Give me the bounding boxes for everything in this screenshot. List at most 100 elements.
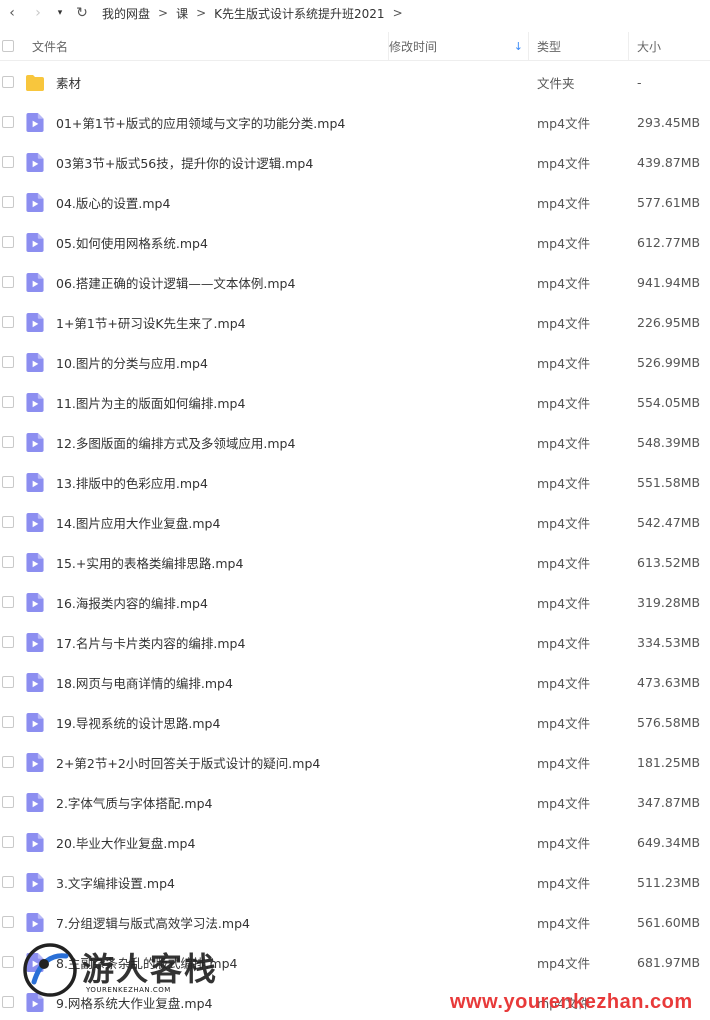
row-checkbox[interactable] <box>2 156 14 168</box>
row-checkbox[interactable] <box>2 916 14 928</box>
row-checkbox[interactable] <box>2 516 14 528</box>
file-name[interactable]: 03第3节+版式56技，提升你的设计逻辑.mp4 <box>56 142 313 182</box>
file-row[interactable]: 10.图片的分类与应用.mp4 mp4文件 526.99MB <box>0 342 710 382</box>
file-name[interactable]: 06.搭建正确的设计逻辑——文本体例.mp4 <box>56 262 295 302</box>
file-row[interactable]: 16.海报类内容的编排.mp4 mp4文件 319.28MB <box>0 582 710 622</box>
select-all-checkbox[interactable] <box>2 40 14 52</box>
row-checkbox[interactable] <box>2 956 14 968</box>
file-type: mp4文件 <box>537 315 591 331</box>
row-checkbox[interactable] <box>2 476 14 488</box>
row-checkbox[interactable] <box>2 276 14 288</box>
file-name[interactable]: 10.图片的分类与应用.mp4 <box>56 342 208 382</box>
video-file-icon <box>26 433 44 452</box>
file-size: - <box>637 74 642 90</box>
file-size: 577.61MB <box>637 194 701 210</box>
row-checkbox[interactable] <box>2 436 14 448</box>
file-row[interactable]: 3.文字编排设置.mp4 mp4文件 511.23MB <box>0 862 710 902</box>
column-header-size[interactable]: 大小 <box>628 32 710 60</box>
video-file-icon <box>26 793 44 812</box>
file-type: mp4文件 <box>537 355 591 371</box>
file-row[interactable]: 2.字体气质与字体搭配.mp4 mp4文件 347.87MB <box>0 782 710 822</box>
file-row[interactable]: 7.分组逻辑与版式高效学习法.mp4 mp4文件 561.60MB <box>0 902 710 942</box>
folder-icon <box>25 74 44 93</box>
file-name[interactable]: 20.毕业大作业复盘.mp4 <box>56 822 195 862</box>
breadcrumb-item-my-drive[interactable]: 我的网盘 <box>102 5 150 22</box>
row-checkbox[interactable] <box>2 756 14 768</box>
video-file-icon <box>26 273 44 292</box>
column-header-type[interactable]: 类型 <box>528 32 629 60</box>
file-row[interactable]: 05.如何使用网格系统.mp4 mp4文件 612.77MB <box>0 222 710 262</box>
row-checkbox[interactable] <box>2 196 14 208</box>
file-name[interactable]: 19.导视系统的设计思路.mp4 <box>56 702 220 742</box>
file-type: mp4文件 <box>537 195 591 211</box>
row-checkbox[interactable] <box>2 356 14 368</box>
row-checkbox[interactable] <box>2 316 14 328</box>
row-checkbox[interactable] <box>2 876 14 888</box>
history-dropdown-icon[interactable]: ▾ <box>54 2 66 24</box>
file-name[interactable]: 3.文字编排设置.mp4 <box>56 862 175 902</box>
file-row[interactable]: 素材 文件夹 - <box>0 62 710 102</box>
file-row[interactable]: 11.图片为主的版面如何编排.mp4 mp4文件 554.05MB <box>0 382 710 422</box>
file-name[interactable]: 2.字体气质与字体搭配.mp4 <box>56 782 212 822</box>
row-checkbox[interactable] <box>2 596 14 608</box>
row-checkbox[interactable] <box>2 636 14 648</box>
file-row[interactable]: 18.网页与电商详情的编排.mp4 mp4文件 473.63MB <box>0 662 710 702</box>
file-row[interactable]: 20.毕业大作业复盘.mp4 mp4文件 649.34MB <box>0 822 710 862</box>
column-header-date-label: 修改时间 <box>389 39 438 54</box>
row-checkbox[interactable] <box>2 76 14 88</box>
video-file-icon <box>26 313 44 332</box>
file-name[interactable]: 16.海报类内容的编排.mp4 <box>56 582 208 622</box>
file-row[interactable]: 17.名片与卡片类内容的编排.mp4 mp4文件 334.53MB <box>0 622 710 662</box>
file-row[interactable]: 12.多图版面的编排方式及多领域应用.mp4 mp4文件 548.39MB <box>0 422 710 462</box>
file-name[interactable]: 14.图片应用大作业复盘.mp4 <box>56 502 220 542</box>
file-row[interactable]: 04.版心的设置.mp4 mp4文件 577.61MB <box>0 182 710 222</box>
file-name[interactable]: 15.+实用的表格类编排思路.mp4 <box>56 542 243 582</box>
file-row[interactable]: 13.排版中的色彩应用.mp4 mp4文件 551.58MB <box>0 462 710 502</box>
row-checkbox[interactable] <box>2 396 14 408</box>
row-checkbox[interactable] <box>2 836 14 848</box>
file-name[interactable]: 04.版心的设置.mp4 <box>56 182 170 222</box>
file-size: 554.05MB <box>637 394 701 410</box>
sort-descending-icon[interactable]: ↓ <box>514 40 523 53</box>
file-name[interactable]: 11.图片为主的版面如何编排.mp4 <box>56 382 245 422</box>
row-checkbox[interactable] <box>2 236 14 248</box>
file-size: 576.58MB <box>637 714 701 730</box>
column-header-date[interactable]: 修改时间 ↓ <box>388 32 529 60</box>
file-name[interactable]: 01+第1节+版式的应用领域与文字的功能分类.mp4 <box>56 102 345 142</box>
row-checkbox[interactable] <box>2 116 14 128</box>
file-row[interactable]: 2+第2节+2小时回答关于版式设计的疑问.mp4 mp4文件 181.25MB <box>0 742 710 782</box>
row-checkbox[interactable] <box>2 676 14 688</box>
row-checkbox[interactable] <box>2 556 14 568</box>
file-name[interactable]: 12.多图版面的编排方式及多领域应用.mp4 <box>56 422 295 462</box>
file-row[interactable]: 03第3节+版式56技，提升你的设计逻辑.mp4 mp4文件 439.87MB <box>0 142 710 182</box>
file-row[interactable]: 19.导视系统的设计思路.mp4 mp4文件 576.58MB <box>0 702 710 742</box>
back-icon[interactable]: ‹ <box>2 2 22 24</box>
forward-icon[interactable]: › <box>28 2 48 24</box>
video-file-icon <box>26 553 44 572</box>
file-name[interactable]: 13.排版中的色彩应用.mp4 <box>56 462 208 502</box>
file-name[interactable]: 2+第2节+2小时回答关于版式设计的疑问.mp4 <box>56 742 320 782</box>
file-type: mp4文件 <box>537 875 591 891</box>
file-row[interactable]: 06.搭建正确的设计逻辑——文本体例.mp4 mp4文件 941.94MB <box>0 262 710 302</box>
file-size: 226.95MB <box>637 314 701 330</box>
refresh-icon[interactable]: ↻ <box>72 2 92 24</box>
file-name[interactable]: 05.如何使用网格系统.mp4 <box>56 222 208 262</box>
file-name[interactable]: 7.分组逻辑与版式高效学习法.mp4 <box>56 902 250 942</box>
breadcrumb-separator: > <box>196 6 207 20</box>
file-name[interactable]: 1+第1节+研习设K先生来了.mp4 <box>56 302 246 342</box>
row-checkbox[interactable] <box>2 796 14 808</box>
file-name[interactable]: 18.网页与电商详情的编排.mp4 <box>56 662 233 702</box>
column-header-name[interactable]: 文件名 <box>32 32 68 60</box>
file-type: mp4文件 <box>537 755 591 771</box>
file-name[interactable]: 17.名片与卡片类内容的编排.mp4 <box>56 622 245 662</box>
file-name[interactable]: 素材 <box>56 62 81 102</box>
row-checkbox[interactable] <box>2 716 14 728</box>
breadcrumb-item-current-folder[interactable]: K先生版式设计系统提升班2021 <box>214 5 384 22</box>
row-checkbox[interactable] <box>2 996 14 1008</box>
file-row[interactable]: 01+第1节+版式的应用领域与文字的功能分类.mp4 mp4文件 293.45M… <box>0 102 710 142</box>
breadcrumb-item-course[interactable]: 课 <box>176 5 188 22</box>
watermark-logo-icon <box>23 943 77 997</box>
file-row[interactable]: 14.图片应用大作业复盘.mp4 mp4文件 542.47MB <box>0 502 710 542</box>
file-row[interactable]: 1+第1节+研习设K先生来了.mp4 mp4文件 226.95MB <box>0 302 710 342</box>
file-row[interactable]: 15.+实用的表格类编排思路.mp4 mp4文件 613.52MB <box>0 542 710 582</box>
